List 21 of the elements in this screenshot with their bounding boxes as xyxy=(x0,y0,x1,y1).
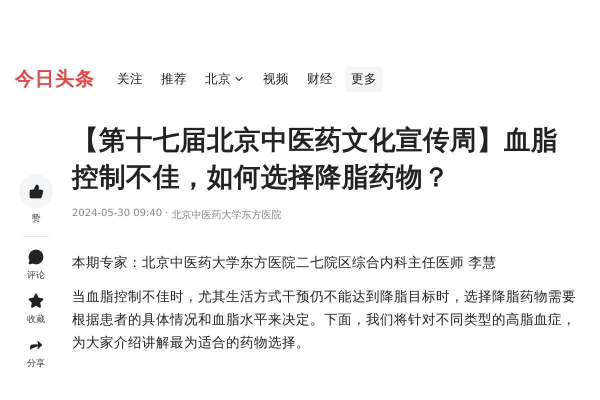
action-label: 评论 xyxy=(27,270,45,282)
article-source[interactable]: 北京中医药大学东方医院 xyxy=(171,208,282,222)
star-icon xyxy=(28,293,44,309)
action-label: 收藏 xyxy=(27,314,45,326)
like-button[interactable] xyxy=(19,174,53,208)
article-title: 【第十七届北京中医药文化宣传周】血脂控制不佳，如何选择降脂药物？ xyxy=(72,124,559,195)
speech-bubble-icon xyxy=(28,249,44,265)
article-paragraph: 当血脂控制不佳时，尤其生活方式干预仍不能达到降脂目标时，选择降脂药物需要根据患者的具体情况和血脂水平来决定。下面，我们将针对不同类型的高脂血症，为大家介绍讲解最为适合的药物选择。 xyxy=(72,288,577,353)
more-button[interactable]: 更多 xyxy=(345,66,383,92)
nav-link[interactable]: 关注 xyxy=(111,66,149,92)
separator-dot: · xyxy=(165,208,168,221)
nav-link[interactable]: 财经 xyxy=(301,66,339,92)
action-label: 分享 xyxy=(27,358,45,370)
nav-link[interactable]: 推荐 xyxy=(155,66,193,92)
thumbs-up-icon xyxy=(28,184,44,198)
article-paragraph: 本期专家：北京中医药大学东方医院二七院区综合内科主任医师 李慧 xyxy=(72,254,498,273)
nav-link[interactable]: 视频 xyxy=(257,66,295,92)
action-label: 赞 xyxy=(32,212,40,225)
site-logo[interactable]: 今日头条 xyxy=(15,66,95,92)
nav-link[interactable]: 北京 xyxy=(199,66,251,92)
publish-date: 2024-05-30 09:40 xyxy=(72,208,162,221)
